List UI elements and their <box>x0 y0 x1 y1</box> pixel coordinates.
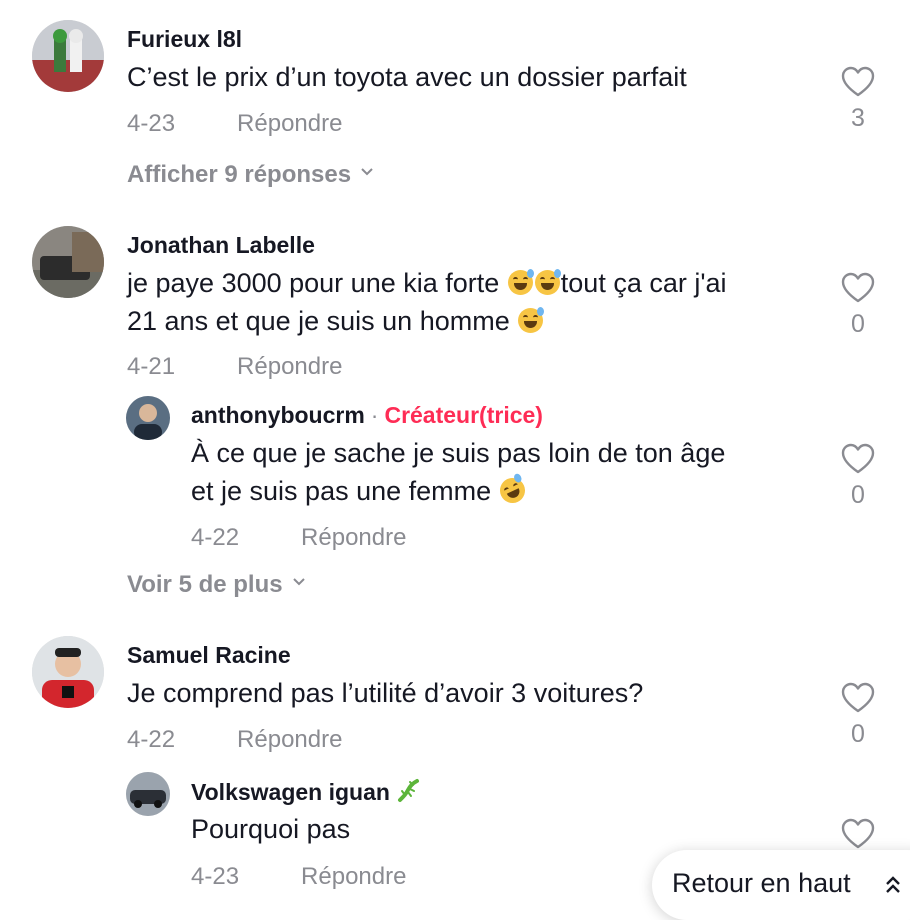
reply-text-line2: et je suis pas une femme <box>191 472 529 510</box>
separator: · <box>370 402 379 428</box>
reply-text: Pourquoi pas <box>191 814 351 844</box>
like-button[interactable]: 3 <box>838 66 878 133</box>
reply-username-text[interactable]: anthonyboucrm <box>191 402 365 428</box>
comment-text: je paye 3000 pour une kia forte tout ça … <box>127 264 727 302</box>
avatar[interactable] <box>126 772 170 816</box>
reply-button[interactable]: Répondre <box>237 110 342 137</box>
avatar[interactable] <box>32 226 104 298</box>
back-to-top-button[interactable]: Retour en haut <box>652 850 910 920</box>
view-replies-button[interactable]: Afficher 9 réponses <box>127 161 373 189</box>
reply-username-text[interactable]: Volkswagen iguan <box>191 779 390 805</box>
reply-meta: 4-23 Répondre <box>191 863 406 891</box>
reply-username: anthonyboucrm · Créateur(trice) <box>191 402 543 429</box>
comment-date: 4-22 <box>127 726 176 753</box>
reply-date: 4-22 <box>191 524 240 551</box>
heart-outline-icon <box>841 443 875 474</box>
comment-meta: 4-22 Répondre <box>127 726 342 754</box>
chevron-down-icon <box>361 168 373 176</box>
like-button[interactable]: 0 <box>838 682 878 749</box>
comment-text-line2: 21 ans et que je suis un homme <box>127 302 545 340</box>
reply-meta: 4-22 Répondre <box>191 524 406 552</box>
heart-outline-icon <box>841 66 875 97</box>
comment-username[interactable]: Furieux l8l <box>127 26 242 53</box>
like-count: 0 <box>851 310 865 338</box>
sweat-smile-emoji <box>507 269 534 295</box>
comment-meta: 4-21 Répondre <box>127 353 342 381</box>
comment-date: 4-23 <box>127 110 176 137</box>
chevron-down-icon <box>292 578 305 586</box>
reply-username: Volkswagen iguan <box>191 778 422 806</box>
sweat-smile-emoji <box>518 307 545 333</box>
creator-badge: Créateur(trice) <box>384 402 543 428</box>
comment-text-part: tout ça car j'ai <box>560 268 727 298</box>
comment-meta: 4-23 Répondre <box>127 110 342 138</box>
comment-date: 4-21 <box>127 353 176 380</box>
comment-text-part: je paye 3000 pour une kia forte <box>127 268 507 298</box>
comment-username[interactable]: Samuel Racine <box>127 642 291 669</box>
comment-text-part: 21 ans et que je suis un homme <box>127 306 518 336</box>
reply-button[interactable]: Répondre <box>237 353 342 380</box>
like-button[interactable] <box>838 818 878 850</box>
view-more-label: Voir 5 de plus <box>127 571 283 598</box>
heart-outline-icon <box>841 818 875 849</box>
like-button[interactable]: 0 <box>838 443 878 510</box>
reply-button[interactable]: Répondre <box>301 863 406 890</box>
like-button[interactable]: 0 <box>838 272 878 339</box>
reply-date: 4-23 <box>191 863 240 890</box>
comment-text: C’est le prix d’un toyota avec un dossie… <box>127 62 687 92</box>
heart-outline-icon <box>841 682 875 713</box>
avatar[interactable] <box>126 396 170 440</box>
view-replies-label: Afficher 9 réponses <box>127 161 352 188</box>
reply-button[interactable]: Répondre <box>237 726 342 753</box>
like-count: 0 <box>851 720 865 748</box>
reply-text-part: et je suis pas une femme <box>191 476 499 506</box>
reply-button[interactable]: Répondre <box>301 524 406 551</box>
back-to-top-label: Retour en haut <box>672 868 851 898</box>
comment-username[interactable]: Jonathan Labelle <box>127 232 315 259</box>
view-more-replies-button[interactable]: Voir 5 de plus <box>127 571 305 599</box>
reply-text: À ce que je sache je suis pas loin de to… <box>191 438 726 468</box>
lizard-emoji <box>397 779 419 802</box>
double-chevron-up-icon <box>886 876 900 893</box>
sweat-smile-emoji <box>534 269 561 295</box>
rofl-emoji <box>495 472 529 508</box>
avatar[interactable] <box>32 636 104 708</box>
like-count: 0 <box>851 481 865 509</box>
avatar[interactable] <box>32 20 104 92</box>
heart-outline-icon <box>841 272 875 303</box>
like-count: 3 <box>851 104 865 132</box>
comment-text: Je comprend pas l’utilité d’avoir 3 voit… <box>127 678 644 708</box>
